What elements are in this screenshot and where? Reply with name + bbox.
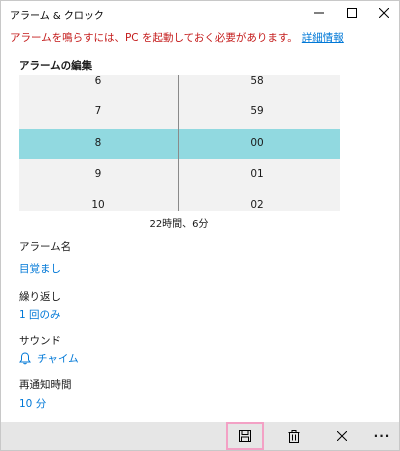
title-bar[interactable]: アラーム & クロック (1, 1, 399, 25)
minimize-button[interactable] (302, 1, 336, 25)
pc-awake-warning: アラームを鳴らすには、PC を起動しておく必要があります。 詳細情報 (10, 30, 344, 45)
learn-more-link[interactable]: 詳細情報 (302, 32, 344, 44)
hour-item[interactable]: 6 (68, 75, 128, 87)
minimize-icon (314, 12, 324, 14)
time-until-alarm: 22時間、6分 (149, 219, 209, 230)
page-title: アラームの編集 (19, 60, 93, 72)
minute-item-selected[interactable]: 00 (227, 137, 287, 149)
minute-item[interactable]: 59 (227, 105, 287, 117)
alarm-name-label: アラーム名 (19, 241, 72, 253)
minute-item[interactable]: 02 (227, 199, 287, 211)
alarm-name-field[interactable]: 目覚まし (19, 261, 61, 276)
picker-divider (178, 75, 179, 211)
close-icon (337, 431, 347, 441)
sound-label: サウンド (19, 335, 61, 347)
save-icon (239, 430, 251, 442)
maximize-button[interactable] (335, 1, 369, 25)
app-window: アラーム & クロック アラームを鳴らすには、PC を起動しておく必要があります… (0, 0, 400, 451)
snooze-label: 再通知時間 (19, 379, 72, 391)
snooze-dropdown[interactable]: 10 分 (19, 396, 46, 411)
more-icon: ··· (373, 429, 391, 443)
more-options-button[interactable]: ··· (363, 422, 399, 450)
time-picker[interactable]: 6 7 8 9 10 58 59 00 01 02 (19, 75, 340, 211)
sound-value: チャイム (37, 353, 79, 365)
cancel-button[interactable] (323, 422, 361, 450)
maximize-icon (347, 8, 357, 18)
save-button[interactable] (226, 422, 264, 450)
delete-button[interactable] (275, 422, 313, 450)
hour-item[interactable]: 10 (68, 199, 128, 211)
hour-item[interactable]: 7 (68, 105, 128, 117)
close-icon (379, 8, 389, 18)
minute-item[interactable]: 58 (227, 75, 287, 87)
trash-icon (288, 429, 300, 443)
repeat-label: 繰り返し (19, 291, 61, 303)
repeat-dropdown[interactable]: 1 回のみ (19, 307, 61, 322)
warning-text: アラームを鳴らすには、PC を起動しておく必要があります。 (10, 32, 298, 44)
sound-dropdown[interactable]: チャイム (19, 351, 79, 366)
command-bar: ··· (1, 422, 399, 450)
window-close-button[interactable] (367, 1, 399, 25)
window-title: アラーム & クロック (10, 11, 104, 22)
hour-item-selected[interactable]: 8 (68, 137, 128, 149)
bell-icon (19, 352, 31, 365)
hour-item[interactable]: 9 (68, 168, 128, 180)
minute-item[interactable]: 01 (227, 168, 287, 180)
